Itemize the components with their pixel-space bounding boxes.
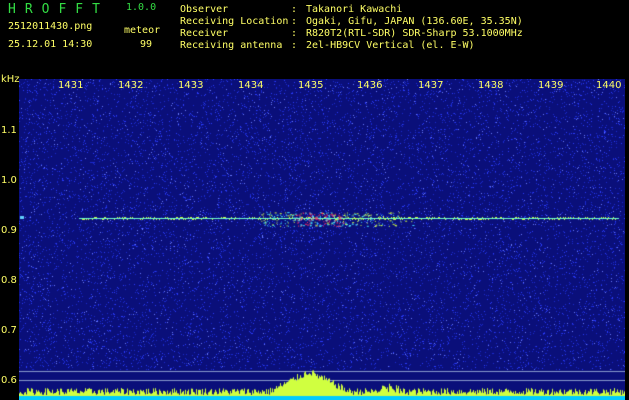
x-tick-label: 1436 [357, 80, 383, 91]
x-tick-label: 1434 [238, 80, 264, 91]
receiver-value: R820T2(RTL-SDR) SDR-Sharp 53.1000MHz [306, 28, 523, 39]
location-value: Ogaki, Gifu, JAPAN (136.60E, 35.35N) [306, 16, 523, 27]
x-tick-label: 1439 [538, 80, 564, 91]
y-tick-label: 1.0 [1, 175, 17, 186]
x-tick-label: 1438 [478, 80, 504, 91]
version-label: 1.0.0 [126, 2, 157, 13]
x-tick-label: 1435 [298, 80, 324, 91]
x-tick-label: 1433 [178, 80, 204, 91]
y-tick-label: 1.1 [1, 125, 17, 136]
observer-label: Observer [180, 4, 229, 15]
antenna-colon: : [291, 40, 298, 51]
x-tick-label: 1431 [58, 80, 84, 91]
location-label: Receiving Location [180, 16, 289, 27]
observer-value: Takanori Kawachi [306, 4, 403, 15]
filename-label: 2512011430.png [8, 21, 93, 32]
y-tick-label: 0.8 [1, 275, 17, 286]
meteor-count: 99 [140, 39, 153, 50]
spectrogram-canvas [19, 79, 625, 400]
app-title: HROFFT [8, 2, 109, 17]
y-tick-label: 0.7 [1, 325, 17, 336]
y-tick-label: 0.9 [1, 225, 17, 236]
datetime-label: 25.12.01 14:30 [8, 39, 93, 50]
meteor-label: meteor [124, 25, 161, 36]
x-tick-label: 1440 [596, 80, 622, 91]
x-tick-label: 1437 [418, 80, 444, 91]
header-panel: HROFFT 1.0.0 2512011430.png 25.12.01 14:… [0, 0, 629, 72]
receiver-colon: : [291, 28, 298, 39]
receiver-label: Receiver [180, 28, 229, 39]
x-tick-label: 1432 [118, 80, 144, 91]
antenna-value: 2el-HB9CV Vertical (el. E-W) [306, 40, 475, 51]
location-colon: : [291, 16, 298, 27]
observer-colon: : [291, 4, 298, 15]
antenna-label: Receiving antenna [180, 40, 283, 51]
y-tick-label: 0.6 [1, 375, 17, 386]
y-axis-unit: kHz [1, 74, 20, 85]
